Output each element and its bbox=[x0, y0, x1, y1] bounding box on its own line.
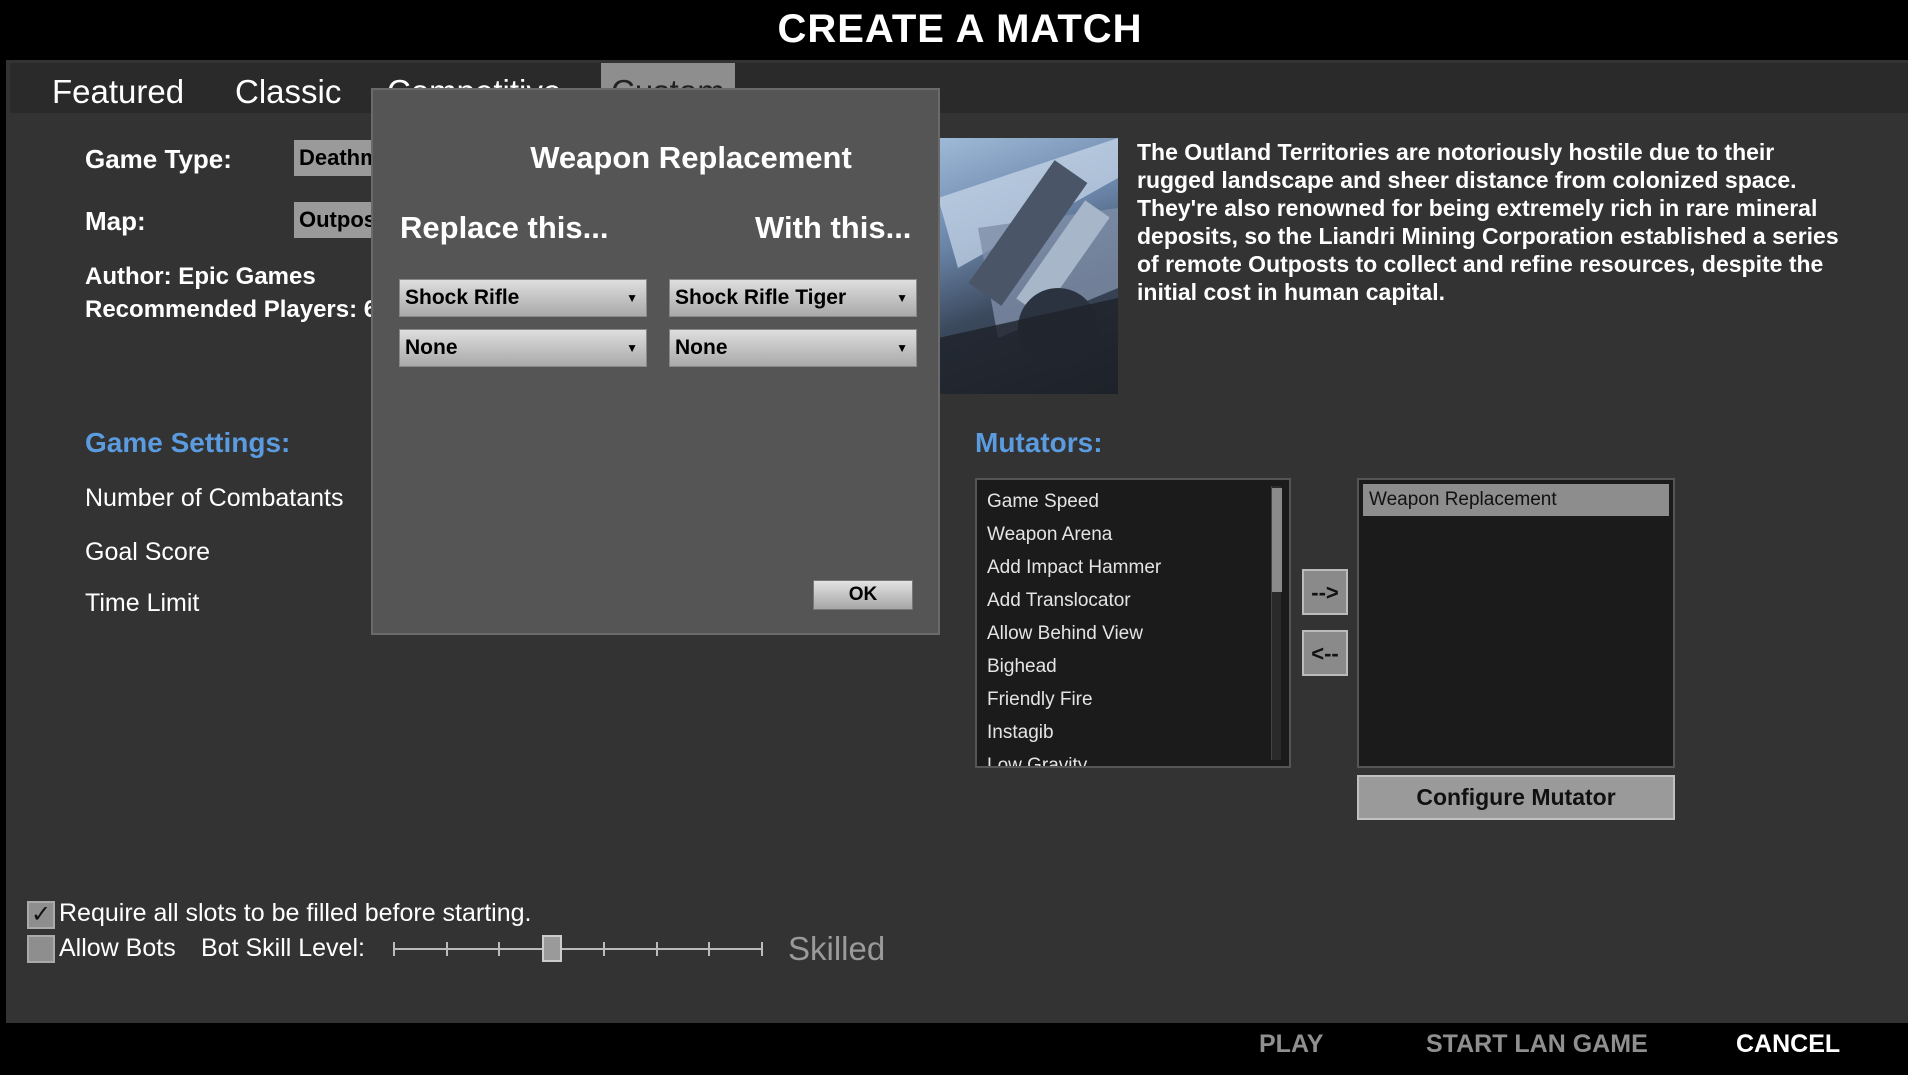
chevron-down-icon: ▼ bbox=[896, 291, 908, 305]
author-text: Author: Epic Games bbox=[85, 263, 316, 290]
allow-bots-label: Allow Bots bbox=[59, 934, 176, 962]
replace-select-1-value: Shock Rifle bbox=[405, 286, 520, 309]
list-item[interactable]: Add Translocator bbox=[977, 584, 1289, 617]
allow-bots-checkbox[interactable] bbox=[27, 935, 55, 963]
available-mutators-list[interactable]: Game Speed Weapon Arena Add Impact Hamme… bbox=[975, 478, 1291, 768]
list-item[interactable]: Low Gravity bbox=[977, 749, 1289, 766]
page-title: CREATE A MATCH bbox=[777, 7, 1143, 51]
configure-mutator-button[interactable]: Configure Mutator bbox=[1357, 775, 1675, 820]
map-preview-image bbox=[938, 138, 1118, 394]
with-heading: With this... bbox=[755, 210, 912, 245]
replace-select-2-value: None bbox=[405, 336, 458, 359]
bot-skill-value: Skilled bbox=[788, 930, 886, 967]
list-item[interactable]: Weapon Arena bbox=[977, 518, 1289, 551]
with-select-2[interactable]: None ▼ bbox=[669, 329, 917, 367]
require-slots-label: Require all slots to be filled before st… bbox=[59, 899, 532, 927]
replace-select-2[interactable]: None ▼ bbox=[399, 329, 647, 367]
slider-tick bbox=[761, 942, 763, 956]
setting-time-limit: Time Limit bbox=[85, 589, 200, 617]
list-item[interactable]: Friendly Fire bbox=[977, 683, 1289, 716]
slider-tick bbox=[446, 942, 448, 956]
slider-tick bbox=[393, 942, 395, 956]
start-lan-game-button[interactable]: START LAN GAME bbox=[1426, 1030, 1648, 1059]
chevron-down-icon: ▼ bbox=[626, 291, 638, 305]
require-slots-checkbox[interactable]: ✓ bbox=[27, 901, 55, 929]
list-item[interactable]: Instagib bbox=[977, 716, 1289, 749]
create-match-window: CREATE A MATCH Featured Classic Competit… bbox=[0, 0, 1908, 1075]
list-item[interactable]: Game Speed bbox=[977, 485, 1289, 518]
map-description: The Outland Territories are notoriously … bbox=[1137, 139, 1839, 305]
setting-goal-score: Goal Score bbox=[85, 538, 211, 566]
replace-heading: Replace this... bbox=[400, 210, 609, 245]
mutators-scroll-thumb[interactable] bbox=[1272, 488, 1282, 592]
game-type-label: Game Type: bbox=[85, 144, 232, 174]
ok-button[interactable]: OK bbox=[813, 580, 913, 610]
map-label: Map: bbox=[85, 206, 146, 236]
with-select-2-value: None bbox=[675, 336, 728, 359]
play-button[interactable]: PLAY bbox=[1259, 1030, 1323, 1059]
slider-tick bbox=[656, 942, 658, 956]
list-item[interactable]: Weapon Replacement bbox=[1363, 484, 1669, 516]
mutators-heading: Mutators: bbox=[975, 427, 1103, 458]
slider-tick bbox=[708, 942, 710, 956]
recommended-players-text: Recommended Players: 6 bbox=[85, 296, 378, 323]
tab-classic[interactable]: Classic bbox=[225, 63, 351, 113]
game-settings-heading: Game Settings: bbox=[85, 427, 291, 458]
list-item[interactable]: Allow Behind View bbox=[977, 617, 1289, 650]
slider-tick bbox=[498, 942, 500, 956]
mutators-scrollbar[interactable] bbox=[1271, 486, 1282, 760]
slider-tick bbox=[603, 942, 605, 956]
chevron-down-icon: ▼ bbox=[896, 341, 908, 355]
bot-skill-label: Bot Skill Level: bbox=[201, 934, 365, 962]
list-item[interactable]: Add Impact Hammer bbox=[977, 551, 1289, 584]
with-select-1-value: Shock Rifle Tiger bbox=[675, 286, 847, 309]
remove-mutator-button[interactable]: <-- bbox=[1302, 630, 1348, 676]
list-item[interactable]: Bighead bbox=[977, 650, 1289, 683]
checkmark-icon: ✓ bbox=[30, 901, 52, 928]
enabled-mutators-list[interactable]: Weapon Replacement bbox=[1357, 478, 1675, 768]
add-mutator-button[interactable]: --> bbox=[1302, 569, 1348, 615]
tab-featured[interactable]: Featured bbox=[42, 63, 194, 113]
chevron-down-icon: ▼ bbox=[626, 341, 638, 355]
cancel-button[interactable]: CANCEL bbox=[1736, 1030, 1840, 1059]
weapon-replacement-dialog: Weapon Replacement Replace this... With … bbox=[371, 88, 940, 635]
dialog-title: Weapon Replacement bbox=[530, 140, 852, 175]
bot-skill-slider-thumb[interactable] bbox=[542, 935, 563, 962]
setting-number-of-combatants: Number of Combatants bbox=[85, 484, 344, 512]
with-select-1[interactable]: Shock Rifle Tiger ▼ bbox=[669, 279, 917, 317]
replace-select-1[interactable]: Shock Rifle ▼ bbox=[399, 279, 647, 317]
